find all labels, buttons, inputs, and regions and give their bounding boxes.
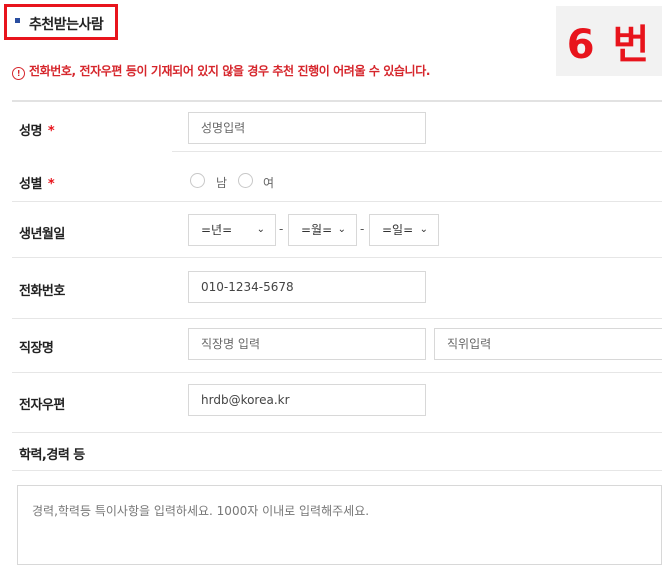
email-input[interactable]: hrdb@korea.kr: [188, 384, 426, 416]
notice-text: 전화번호, 전자우편 등이 기재되어 있지 않을 경우 추천 진행이 어려울 수…: [29, 64, 430, 78]
birth-label: 생년월일: [19, 227, 65, 242]
number-badge-text: 6 번: [566, 22, 652, 68]
chevron-down-icon: ⌄: [419, 224, 428, 235]
number-badge: 6 번: [556, 6, 662, 76]
name-input[interactable]: 성명입력: [188, 112, 426, 144]
phone-input[interactable]: 010-1234-5678: [188, 271, 426, 303]
gender-radio-male[interactable]: [190, 173, 205, 188]
company-input[interactable]: 직장명 입력: [188, 328, 426, 360]
divider: [12, 318, 662, 319]
divider: [12, 372, 662, 373]
form-top-border: [12, 100, 662, 102]
birth-year-select[interactable]: =년= ⌄: [188, 214, 276, 246]
gender-radio-female[interactable]: [238, 173, 253, 188]
birth-month-value: =월=: [301, 223, 333, 237]
section-header-highlight: 추천받는사람: [4, 4, 118, 40]
birth-month-select[interactable]: =월= ⌄: [288, 214, 357, 246]
career-textarea[interactable]: 경력,학력등 특이사항을 입력하세요. 1000자 이내로 입력해주세요.: [17, 485, 662, 565]
gender-male-label: 남: [216, 176, 228, 190]
required-mark: *: [47, 124, 55, 139]
divider: [12, 432, 662, 433]
chevron-down-icon: ⌄: [256, 224, 265, 235]
divider: [12, 257, 662, 258]
name-label: 성명 *: [19, 120, 55, 139]
gender-label-text: 성별: [19, 177, 42, 192]
required-mark: *: [47, 177, 55, 192]
date-separator: -: [360, 222, 365, 236]
divider: [12, 201, 662, 202]
gender-female-label: 여: [263, 176, 275, 190]
position-input[interactable]: 직위입력: [434, 328, 662, 360]
bullet-icon: [15, 18, 20, 23]
birth-day-value: =일=: [382, 223, 414, 237]
birth-day-select[interactable]: =일= ⌄: [369, 214, 439, 246]
birth-year-value: =년=: [201, 223, 233, 237]
name-label-text: 성명: [19, 124, 42, 139]
section-title: 추천받는사람: [29, 17, 104, 33]
notice-message: ! 전화번호, 전자우편 등이 기재되어 있지 않을 경우 추천 진행이 어려울 …: [12, 62, 430, 80]
work-label: 직장명: [19, 341, 54, 356]
chevron-down-icon: ⌄: [337, 224, 346, 235]
career-label: 학력,경력 등: [19, 448, 85, 463]
date-separator: -: [279, 222, 284, 236]
divider: [172, 151, 662, 152]
divider: [12, 470, 662, 471]
gender-label: 성별 *: [19, 173, 55, 192]
email-label: 전자우편: [19, 398, 65, 413]
warning-circle-icon: !: [12, 67, 25, 80]
phone-label: 전화번호: [19, 284, 65, 299]
